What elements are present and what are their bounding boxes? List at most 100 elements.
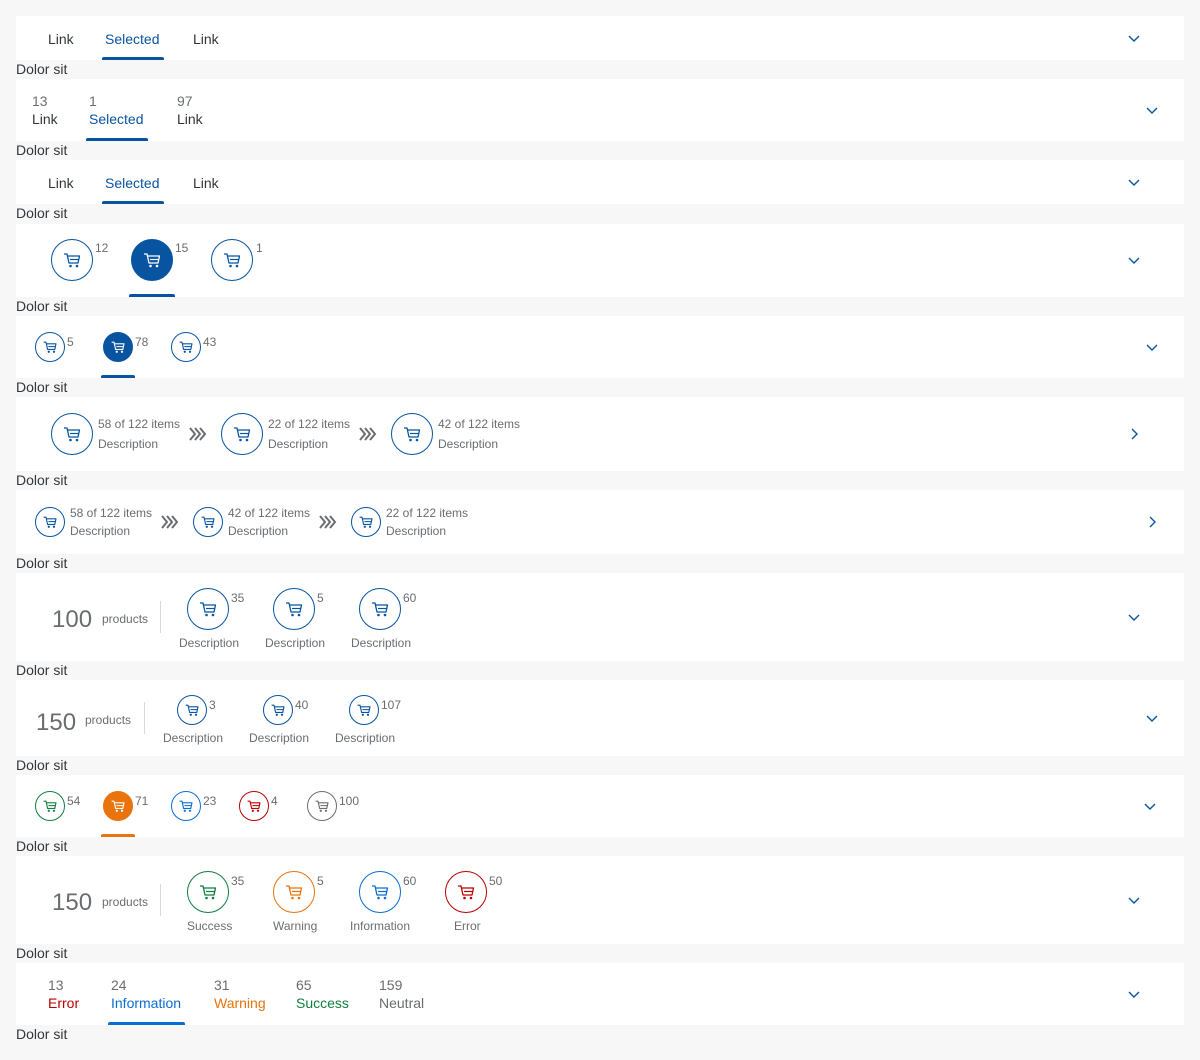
tab-link-2[interactable]: Link [177,111,203,127]
step-count: 42 of 122 items [438,417,521,431]
tab-error[interactable]: Error [48,995,79,1011]
cart-icon[interactable] [35,507,65,537]
chevron-down-icon[interactable] [1126,986,1142,1002]
semantic-icon-tab-bar: 54 71 23 4 100 [16,775,1184,837]
tab-count: 60 [403,591,417,605]
cart-icon[interactable] [171,791,201,821]
chevron-down-icon[interactable] [1126,609,1142,625]
tab-count: 107 [381,698,402,712]
cart-icon[interactable] [171,332,201,362]
total-count: 100 [52,606,93,633]
cart-icon[interactable] [359,871,401,913]
step-description: Description [228,524,289,538]
chevron-down-icon[interactable] [1126,30,1142,46]
total-tab-bar-large: 100 products 35 Description 5 Descriptio… [16,573,1184,661]
tab-count: 35 [231,591,245,605]
tab-count: 1 [89,93,97,109]
chevron-down-icon[interactable] [1144,102,1160,118]
cart-icon[interactable] [187,871,229,913]
tab-bar-text-2: Link Selected Link [16,160,1184,204]
tab-count: 35 [231,874,245,888]
tab-count: 12 [95,241,109,255]
selected-tab-indicator [102,57,164,60]
process-arrow-icon [319,515,337,534]
cart-icon[interactable] [103,332,133,362]
tab-description: Information [350,919,411,933]
tab-neutral[interactable]: Neutral [379,995,424,1011]
total-unit: products [85,713,132,727]
cart-icon[interactable] [349,695,379,725]
chevron-right-icon[interactable] [1126,426,1142,442]
cart-icon[interactable] [131,239,173,281]
total-unit: products [102,895,149,909]
tab-information[interactable]: Information [111,995,181,1011]
cart-icon[interactable] [187,588,229,630]
tab-count: 5 [317,591,324,605]
cart-icon[interactable] [51,413,93,455]
cart-icon[interactable] [307,791,337,821]
chevron-down-icon[interactable] [1144,710,1160,726]
cart-icon[interactable] [51,239,93,281]
step-count: 58 of 122 items [70,506,153,520]
tab-selected[interactable]: Selected [105,31,159,47]
tab-success[interactable]: Success [296,995,349,1011]
cart-icon[interactable] [351,507,381,537]
chevron-down-icon[interactable] [1126,252,1142,268]
tab-link-2[interactable]: Link [193,175,219,191]
process-arrow-icon [161,515,179,534]
tab-link-1[interactable]: Link [48,31,74,47]
selected-tab-indicator [108,1022,185,1025]
tab-count: 60 [403,874,417,888]
cart-icon[interactable] [273,588,315,630]
cart-icon[interactable] [35,791,65,821]
step-count: 42 of 122 items [228,506,311,520]
tab-description: Description [351,636,412,650]
section-caption: Dolor sit [16,205,68,221]
tab-description: Success [187,919,233,933]
step-description: Description [438,437,499,451]
selected-tab-indicator [129,294,175,297]
section-caption: Dolor sit [16,472,68,488]
cart-icon[interactable] [273,871,315,913]
chevron-down-icon[interactable] [1126,892,1142,908]
tab-count: 5 [67,335,74,349]
selected-tab-indicator [86,138,148,141]
cart-icon[interactable] [359,588,401,630]
cart-icon[interactable] [239,791,269,821]
cart-icon[interactable] [193,507,223,537]
chevron-right-icon[interactable] [1144,514,1160,530]
chevron-down-icon[interactable] [1144,339,1160,355]
tab-count: 65 [296,977,312,993]
tab-count: 159 [379,977,403,993]
cart-icon[interactable] [263,695,293,725]
cart-icon[interactable] [445,871,487,913]
tab-count: 50 [489,874,503,888]
total-semantic-tab-bar: 150 products 35 Success 5 Warning 60 Inf… [16,856,1184,944]
tab-warning[interactable]: Warning [214,995,266,1011]
cart-icon[interactable] [211,239,253,281]
tab-selected[interactable]: Selected [89,111,143,127]
step-count: 22 of 122 items [386,506,469,520]
total-unit: products [102,612,149,626]
tab-description: Description [335,731,396,745]
tab-link-1[interactable]: Link [48,175,74,191]
step-description: Description [268,437,329,451]
tab-link-1[interactable]: Link [32,111,58,127]
section-caption: Dolor sit [16,945,68,961]
chevron-down-icon[interactable] [1142,798,1158,814]
cart-icon[interactable] [391,413,433,455]
selected-tab-indicator [101,834,135,837]
cart-icon[interactable] [35,332,65,362]
cart-icon[interactable] [221,413,263,455]
cart-icon[interactable] [103,791,133,821]
tab-selected[interactable]: Selected [105,175,159,191]
tab-count: 3 [209,698,216,712]
chevron-down-icon[interactable] [1126,174,1142,190]
step-description: Description [386,524,447,538]
tab-count: 40 [295,698,309,712]
tab-count: 13 [48,977,64,993]
cart-icon[interactable] [177,695,207,725]
tab-link-2[interactable]: Link [193,31,219,47]
section-caption: Dolor sit [16,757,68,773]
divider [160,884,161,916]
